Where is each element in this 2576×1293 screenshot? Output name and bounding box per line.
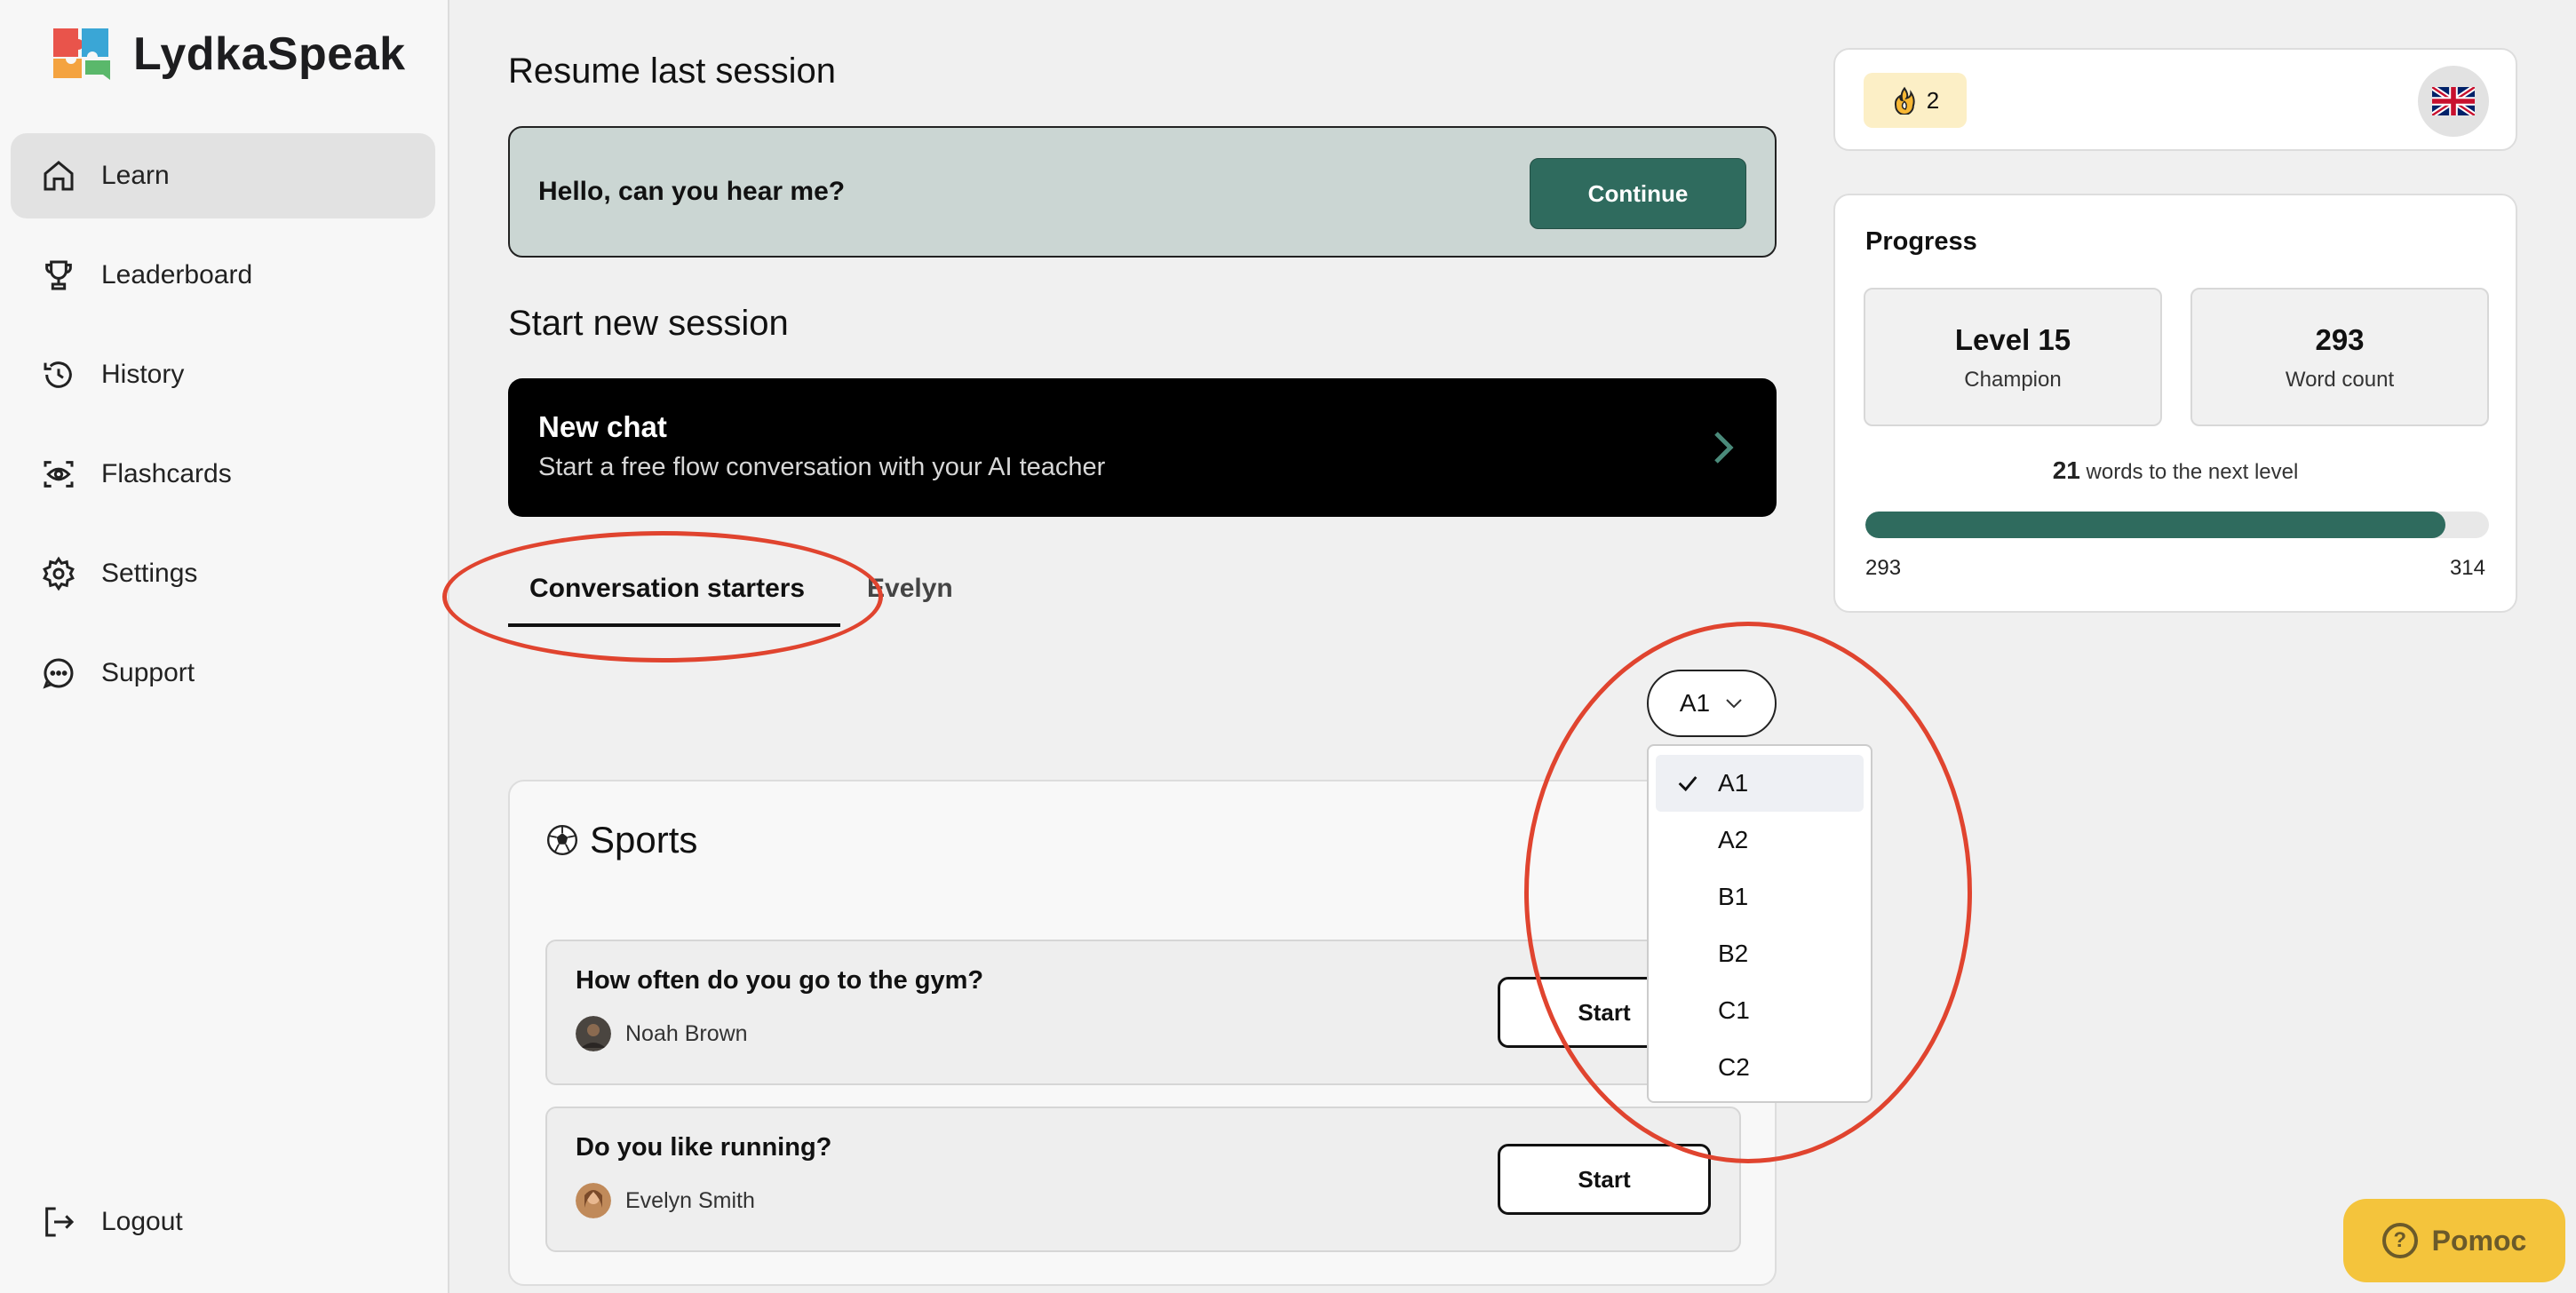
history-icon bbox=[41, 357, 76, 393]
sidebar-item-label: Settings bbox=[101, 559, 198, 588]
author-name: Evelyn Smith bbox=[625, 1187, 755, 1213]
chat-bubble-icon bbox=[41, 655, 76, 691]
logout-container: Logout bbox=[11, 1179, 435, 1279]
uk-flag-icon bbox=[2432, 87, 2475, 115]
continue-button[interactable]: Continue bbox=[1530, 158, 1746, 229]
question-card: Do you like running? Evelyn Smith Start bbox=[545, 1107, 1741, 1252]
progress-bar bbox=[1865, 512, 2489, 538]
level-option-label: B2 bbox=[1718, 940, 1749, 967]
sidebar-item-flashcards[interactable]: Flashcards bbox=[11, 432, 435, 517]
question-author: Noah Brown bbox=[576, 1016, 748, 1051]
sports-title: Sports bbox=[545, 819, 697, 861]
level-option-c1[interactable]: C1 bbox=[1656, 982, 1864, 1039]
check-icon bbox=[1678, 776, 1697, 792]
question-text: How often do you go to the gym? bbox=[576, 966, 984, 995]
word-count-stat: 293 Word count bbox=[2190, 288, 2489, 426]
question-author: Evelyn Smith bbox=[576, 1183, 755, 1218]
new-chat-title: New chat bbox=[538, 410, 667, 443]
level-option-b1[interactable]: B1 bbox=[1656, 869, 1864, 925]
flame-icon bbox=[1894, 86, 1915, 115]
progress-title: Progress bbox=[1865, 227, 1977, 256]
streak-count: 2 bbox=[1926, 86, 1940, 114]
word-count-value: 293 bbox=[2315, 323, 2365, 356]
level-option-a1[interactable]: A1 bbox=[1656, 755, 1864, 812]
sidebar-item-label: Support bbox=[101, 658, 195, 687]
level-option-label: C1 bbox=[1718, 996, 1750, 1024]
tab-conversation-starters[interactable]: Conversation starters bbox=[529, 574, 805, 604]
sidebar-item-label: Flashcards bbox=[101, 459, 232, 488]
level-label: Champion bbox=[1964, 368, 2062, 392]
level-dropdown-menu: A1 A2 B1 B2 C1 C2 bbox=[1647, 744, 1872, 1103]
active-tab-underline bbox=[508, 623, 840, 627]
progress-min: 293 bbox=[1865, 556, 1902, 580]
soccer-ball-icon bbox=[546, 824, 578, 856]
level-value: Level 15 bbox=[1954, 323, 2071, 356]
help-label: Pomoc bbox=[2431, 1224, 2527, 1257]
home-icon bbox=[41, 158, 76, 194]
sidebar-item-learn[interactable]: Learn bbox=[11, 133, 435, 218]
logout-icon bbox=[41, 1204, 76, 1240]
streak-badge[interactable]: 2 bbox=[1864, 73, 1967, 128]
sports-title-text: Sports bbox=[590, 819, 698, 861]
level-select[interactable]: A1 bbox=[1647, 670, 1777, 737]
help-button[interactable]: ? Pomoc bbox=[2343, 1199, 2565, 1282]
tab-bar: Conversation starters Evelyn bbox=[508, 551, 1777, 629]
chevron-right-icon bbox=[1714, 432, 1734, 464]
sidebar-item-support[interactable]: Support bbox=[11, 631, 435, 716]
tab-evelyn[interactable]: Evelyn bbox=[867, 574, 953, 604]
start-button[interactable]: Start bbox=[1498, 1144, 1711, 1215]
app-logo[interactable]: LydkaSpeak bbox=[50, 23, 406, 85]
level-option-label: B1 bbox=[1718, 883, 1749, 910]
words-to-next-count: 21 bbox=[2052, 456, 2080, 484]
sidebar-item-label: Leaderboard bbox=[101, 260, 253, 290]
level-option-a2[interactable]: A2 bbox=[1656, 812, 1864, 869]
sidebar-item-label: History bbox=[101, 360, 185, 389]
level-option-label: A1 bbox=[1718, 769, 1749, 797]
level-option-b2[interactable]: B2 bbox=[1656, 925, 1864, 982]
progress-card: Progress Level 15 Champion 293 Word coun… bbox=[1833, 194, 2517, 613]
resume-session-card: Hello, can you hear me? Continue bbox=[508, 126, 1777, 258]
eye-scan-icon bbox=[41, 456, 76, 492]
progress-bar-fill bbox=[1865, 512, 2445, 538]
sidebar-item-history[interactable]: History bbox=[11, 332, 435, 417]
words-to-next-label: words to the next level bbox=[2086, 460, 2299, 484]
new-chat-subtitle: Start a free flow conversation with your… bbox=[538, 453, 1106, 481]
sidebar-item-label: Learn bbox=[101, 161, 170, 190]
sidebar-item-leaderboard[interactable]: Leaderboard bbox=[11, 233, 435, 318]
puzzle-logo-icon bbox=[50, 23, 117, 85]
level-option-c2[interactable]: C2 bbox=[1656, 1039, 1864, 1096]
resume-section-title: Resume last session bbox=[508, 52, 837, 91]
sidebar-item-settings[interactable]: Settings bbox=[11, 531, 435, 616]
sports-topic-card: Sports How often do you go to the gym? N… bbox=[508, 780, 1777, 1286]
logout-label: Logout bbox=[101, 1207, 183, 1236]
level-stat: Level 15 Champion bbox=[1864, 288, 2162, 426]
app-name: LydkaSpeak bbox=[133, 28, 406, 80]
progress-max: 314 bbox=[2449, 556, 2485, 580]
language-selector[interactable] bbox=[2418, 66, 2489, 137]
author-name: Noah Brown bbox=[625, 1020, 748, 1046]
gear-icon bbox=[41, 556, 76, 591]
next-level-text: 21 words to the next level bbox=[1835, 456, 2516, 485]
avatar bbox=[576, 1016, 611, 1051]
sidebar: LydkaSpeak Learn Leaderboard History Fla… bbox=[0, 0, 449, 1293]
trophy-icon bbox=[41, 258, 76, 293]
chevron-down-icon bbox=[1726, 699, 1742, 709]
question-mark-icon: ? bbox=[2381, 1223, 2418, 1258]
level-option-label: C2 bbox=[1718, 1053, 1750, 1081]
question-card: How often do you go to the gym? Noah Bro… bbox=[545, 940, 1741, 1085]
resume-session-text: Hello, can you hear me? bbox=[538, 177, 846, 206]
status-card: 2 bbox=[1833, 48, 2517, 151]
avatar bbox=[576, 1183, 611, 1218]
sidebar-nav: Learn Leaderboard History Flashcards Set… bbox=[11, 133, 435, 730]
new-chat-card[interactable]: New chat Start a free flow conversation … bbox=[508, 378, 1777, 517]
level-option-label: A2 bbox=[1718, 826, 1749, 853]
question-text: Do you like running? bbox=[576, 1133, 832, 1162]
new-session-title: Start new session bbox=[508, 304, 789, 343]
word-count-label: Word count bbox=[2285, 368, 2395, 392]
logout-button[interactable]: Logout bbox=[11, 1179, 435, 1265]
level-select-value: A1 bbox=[1679, 689, 1711, 717]
